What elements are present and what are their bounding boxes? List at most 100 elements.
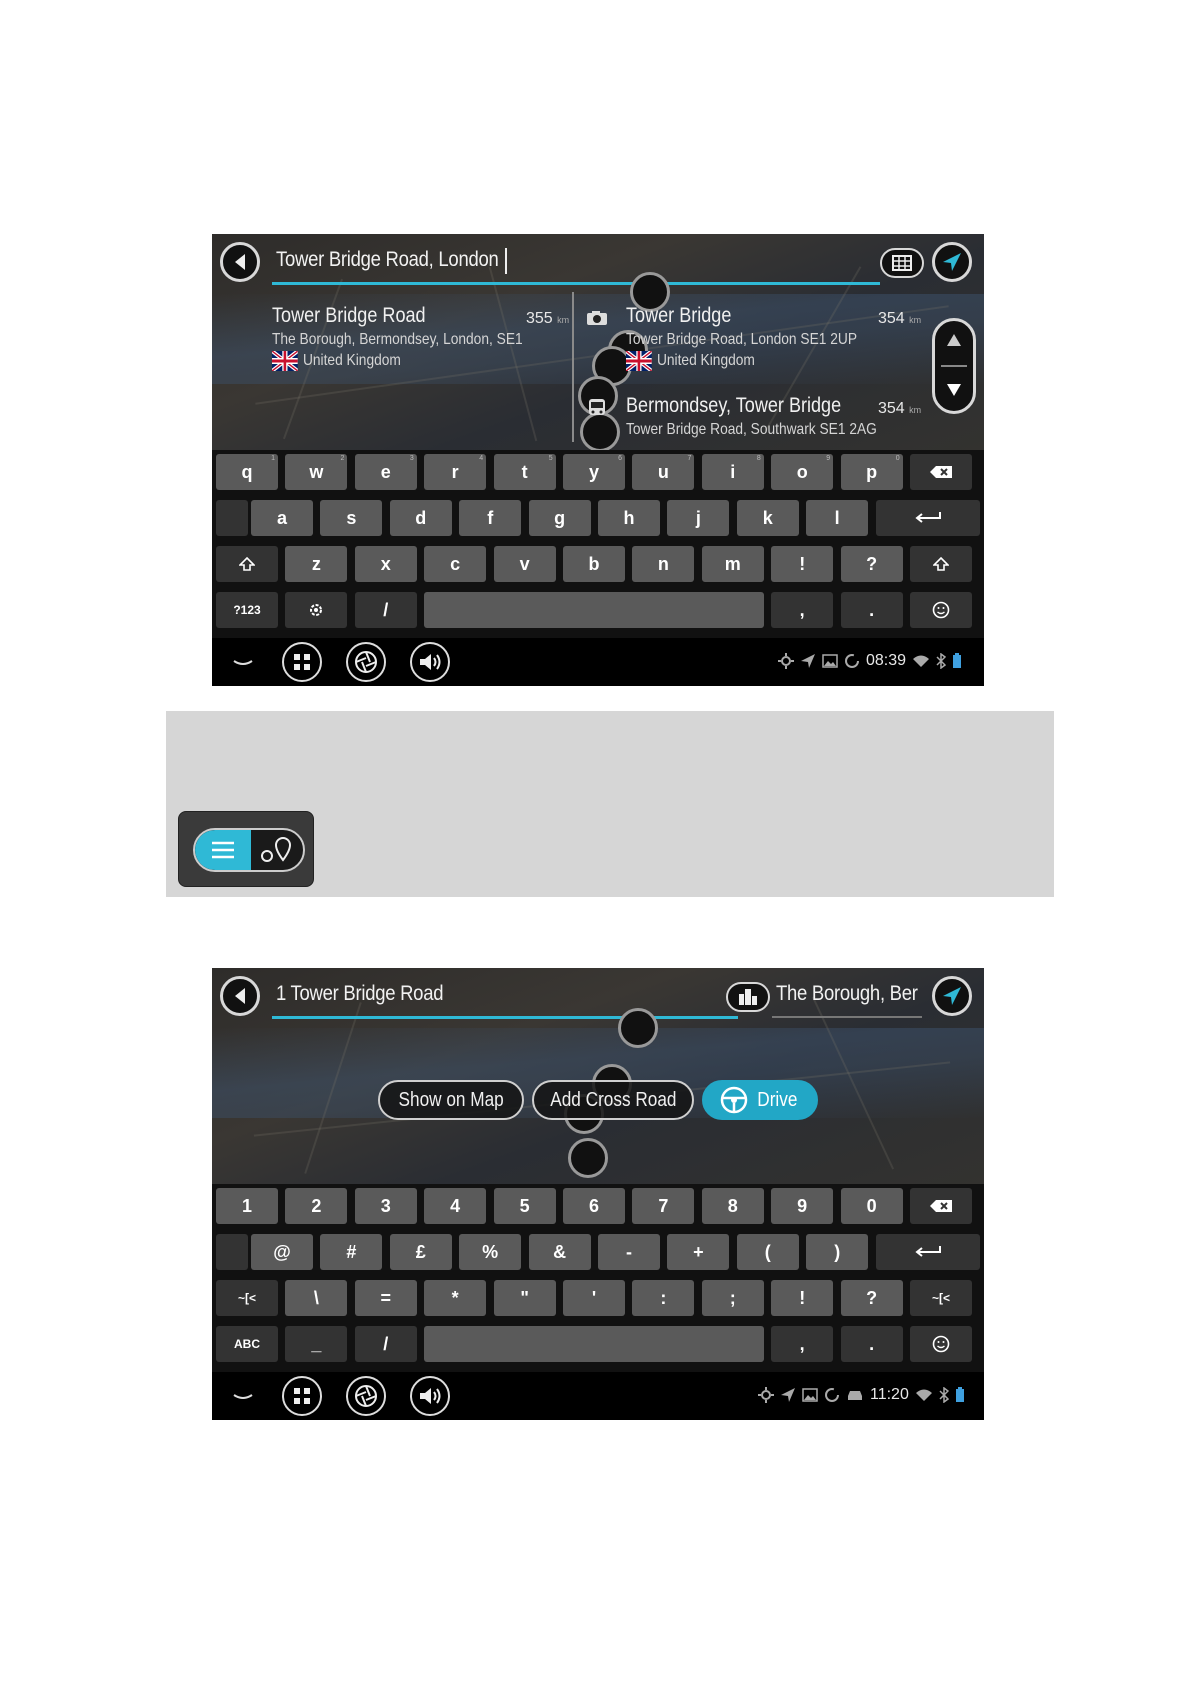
hide-keyboard-icon[interactable] (232, 658, 254, 668)
volume-button[interactable] (410, 1376, 450, 1416)
key[interactable]: v (493, 546, 556, 582)
show-on-map-button[interactable]: Show on Map (378, 1080, 524, 1120)
key[interactable]: % (459, 1234, 522, 1270)
key[interactable]: k (736, 500, 799, 536)
key[interactable]: + (667, 1234, 730, 1270)
camera-shutter-button[interactable] (346, 1376, 386, 1416)
key[interactable]: t5 (493, 454, 556, 490)
key[interactable]: * (424, 1280, 487, 1316)
key[interactable]: i8 (701, 454, 764, 490)
key[interactable]: - (598, 1234, 660, 1270)
shift-key[interactable] (910, 546, 972, 582)
key[interactable]: # (320, 1234, 383, 1270)
key[interactable]: a (251, 500, 313, 536)
key[interactable]: 2 (285, 1188, 348, 1224)
spacer-key[interactable] (216, 500, 248, 536)
key[interactable]: w2 (285, 454, 348, 490)
key[interactable]: 6 (563, 1188, 625, 1224)
backspace-key[interactable] (910, 1188, 972, 1224)
key[interactable]: : (632, 1280, 695, 1316)
key[interactable]: j (667, 500, 730, 536)
key[interactable]: ! (771, 1280, 834, 1316)
key[interactable]: & (528, 1234, 591, 1270)
results-scroller[interactable] (932, 318, 976, 414)
key[interactable]: m (701, 546, 764, 582)
key[interactable]: c (424, 546, 487, 582)
add-cross-road-button[interactable]: Add Cross Road (532, 1080, 694, 1120)
key[interactable]: @ (251, 1234, 313, 1270)
key[interactable]: = (354, 1280, 417, 1316)
key[interactable]: o9 (771, 454, 834, 490)
address-input[interactable]: 1 Tower Bridge Road (276, 982, 443, 1006)
key[interactable]: y6 (563, 454, 625, 490)
current-location-button[interactable] (932, 242, 972, 282)
map-view-toggle[interactable] (251, 830, 303, 870)
key[interactable]: £ (389, 1234, 452, 1270)
current-location-button[interactable] (932, 976, 972, 1016)
key[interactable]: ; (701, 1280, 764, 1316)
mode-switch-key[interactable]: ?123 (216, 592, 278, 628)
backspace-key[interactable] (910, 454, 972, 490)
key[interactable]: \ (285, 1280, 348, 1316)
drive-button[interactable]: Drive (702, 1080, 818, 1120)
result-item[interactable]: Tower Bridge Tower Bridge Road, London S… (626, 304, 895, 371)
key[interactable]: 4 (424, 1188, 487, 1224)
key[interactable]: ! (771, 546, 834, 582)
enter-key[interactable] (875, 500, 980, 536)
key[interactable]: " (493, 1280, 556, 1316)
view-toggle[interactable] (178, 811, 314, 887)
key[interactable]: 1 (216, 1188, 278, 1224)
more-symbols-key[interactable]: ~[< (216, 1280, 278, 1316)
mode-switch-key[interactable]: ABC (216, 1326, 278, 1362)
key[interactable]: f (459, 500, 522, 536)
key[interactable]: b (563, 546, 625, 582)
key[interactable]: 3 (354, 1188, 417, 1224)
key[interactable]: g (528, 500, 591, 536)
emoji-key[interactable] (910, 592, 972, 628)
key[interactable]: r4 (424, 454, 487, 490)
spacer-key[interactable] (216, 1234, 248, 1270)
apps-button[interactable] (282, 642, 322, 682)
key[interactable]: ? (840, 1280, 903, 1316)
key[interactable]: h (598, 500, 660, 536)
search-input[interactable]: Tower Bridge Road, London (276, 248, 499, 272)
key[interactable]: e3 (354, 454, 417, 490)
key[interactable]: z (285, 546, 348, 582)
key[interactable]: n (632, 546, 695, 582)
key[interactable]: u7 (632, 454, 695, 490)
scroll-down-icon[interactable] (946, 383, 962, 397)
key[interactable]: s (320, 500, 383, 536)
key[interactable]: 7 (632, 1188, 695, 1224)
result-item[interactable]: Bermondsey, Tower Bridge Tower Bridge Ro… (626, 394, 918, 439)
result-item[interactable]: Tower Bridge Road The Borough, Bermondse… (272, 304, 563, 371)
camera-shutter-button[interactable] (346, 642, 386, 682)
back-button[interactable] (220, 976, 260, 1016)
key[interactable]: ? (840, 546, 903, 582)
key[interactable]: p0 (840, 454, 903, 490)
key[interactable]: 0 (840, 1188, 903, 1224)
period-key[interactable]: . (840, 1326, 903, 1362)
comma-key[interactable]: , (771, 592, 834, 628)
key[interactable]: 5 (493, 1188, 556, 1224)
slash-key[interactable]: / (354, 592, 417, 628)
key[interactable]: ' (563, 1280, 625, 1316)
space-key[interactable] (424, 592, 765, 628)
slash-key[interactable]: / (354, 1326, 417, 1362)
key[interactable]: l (806, 500, 869, 536)
key[interactable]: x (354, 546, 417, 582)
area-button[interactable] (726, 982, 770, 1012)
key[interactable]: 9 (771, 1188, 834, 1224)
key[interactable]: 8 (701, 1188, 764, 1224)
scroll-up-icon[interactable] (946, 333, 962, 347)
keyboard-settings-key[interactable] (285, 592, 348, 628)
list-view-toggle[interactable] (195, 830, 251, 870)
period-key[interactable]: . (840, 592, 903, 628)
back-button[interactable] (220, 242, 260, 282)
area-input[interactable]: The Borough, Ber (776, 982, 918, 1006)
comma-key[interactable]: , (771, 1326, 834, 1362)
emoji-key[interactable] (910, 1326, 972, 1362)
apps-button[interactable] (282, 1376, 322, 1416)
key[interactable]: d (389, 500, 452, 536)
volume-button[interactable] (410, 642, 450, 682)
key[interactable]: _ (285, 1326, 348, 1362)
